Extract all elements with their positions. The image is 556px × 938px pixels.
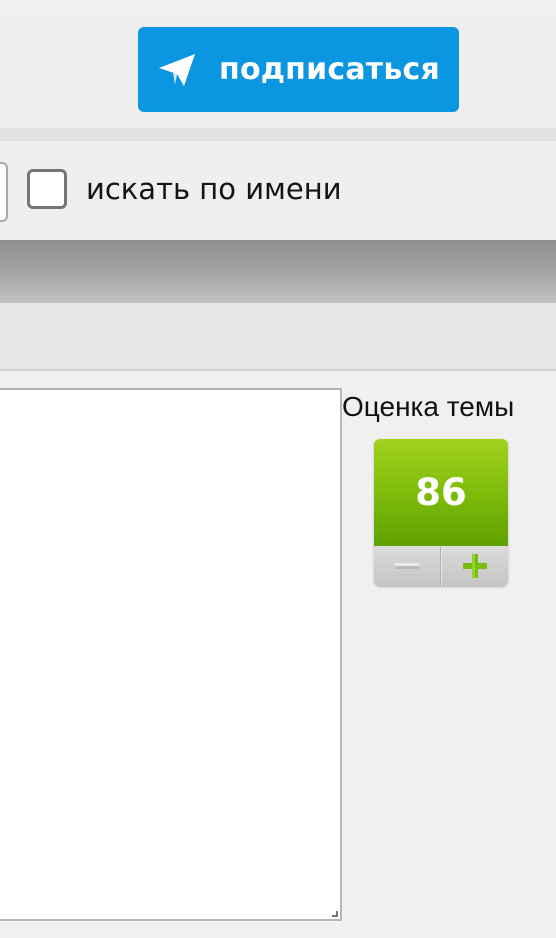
- rating-minus-button[interactable]: [374, 546, 441, 586]
- minus-icon: [395, 563, 419, 569]
- search-options-row: искать по имени: [0, 141, 556, 240]
- rating-controls: [374, 546, 508, 586]
- rating-plus-button[interactable]: [441, 546, 508, 586]
- toolbar-bar: [0, 240, 556, 303]
- subscribe-label: подписаться: [219, 52, 440, 87]
- resize-handle[interactable]: [332, 911, 338, 917]
- divider: [0, 128, 556, 141]
- telegram-icon: [157, 50, 197, 90]
- rating-title: Оценка темы: [342, 391, 515, 422]
- message-textarea[interactable]: [0, 388, 342, 921]
- subscribe-button[interactable]: подписаться: [138, 27, 459, 112]
- editor-header: [0, 303, 556, 371]
- rating-score: 86: [374, 439, 508, 546]
- plus-icon: [463, 554, 487, 578]
- search-by-name-label[interactable]: искать по имени: [86, 172, 342, 206]
- rating-widget: 86: [374, 439, 508, 586]
- search-by-name-checkbox[interactable]: [27, 169, 67, 209]
- search-input[interactable]: [0, 162, 8, 222]
